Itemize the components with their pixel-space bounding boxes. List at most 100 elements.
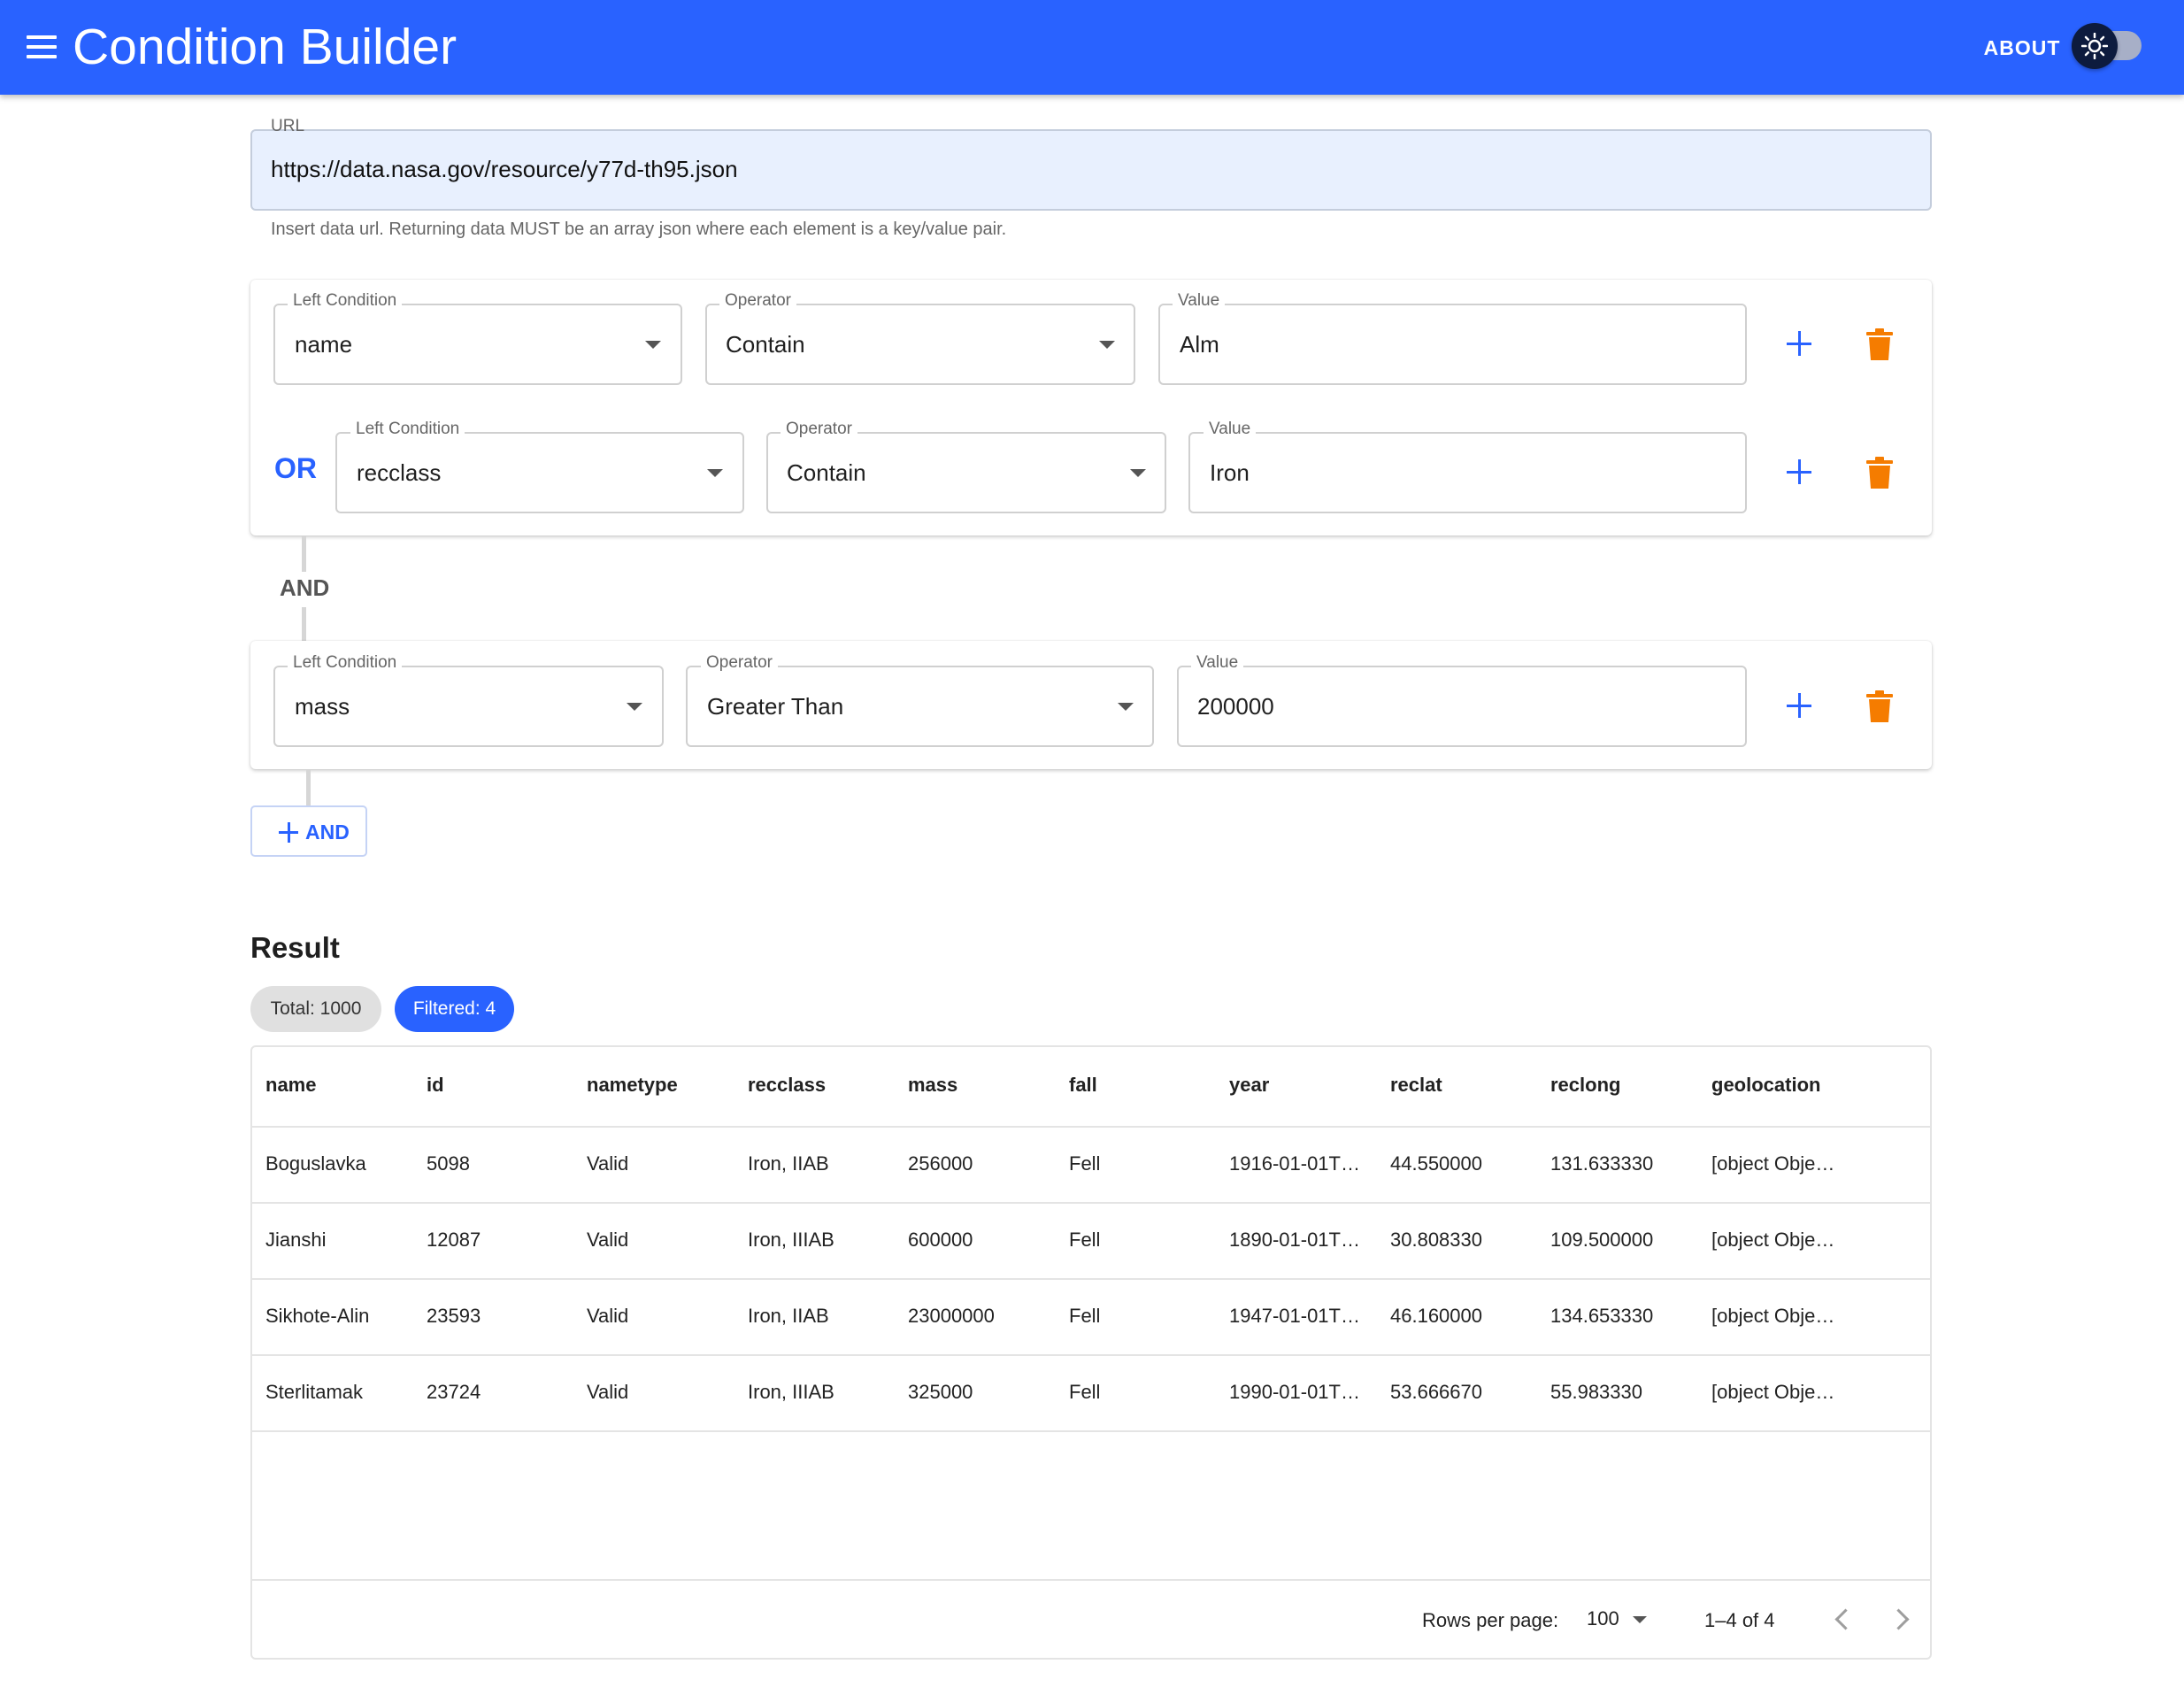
value-label: Value	[1204, 420, 1257, 438]
row-divider	[252, 1354, 1930, 1356]
table-cell: 53.666670	[1390, 1381, 1482, 1403]
operator-label: Operator	[719, 292, 796, 310]
left-condition-value[interactable]: name	[295, 331, 352, 358]
operator-label: Operator	[781, 420, 857, 438]
chevron-down-icon[interactable]	[627, 703, 642, 711]
column-header-reclong[interactable]: reclong	[1550, 1074, 1620, 1097]
table-cell: 12087	[427, 1229, 481, 1251]
operator-value[interactable]: Contain	[787, 459, 866, 487]
chevron-down-icon[interactable]	[645, 341, 661, 349]
table-cell: Iron, IIIAB	[748, 1381, 834, 1403]
table-cell: Iron, IIIAB	[748, 1229, 834, 1251]
add-or-condition-button[interactable]	[1781, 689, 1817, 724]
add-or-condition-button[interactable]	[1781, 455, 1817, 490]
add-and-label: AND	[305, 821, 350, 844]
menu-icon[interactable]	[27, 35, 58, 60]
left-condition-label: Left Condition	[288, 292, 403, 310]
table-cell: Iron, IIAB	[748, 1152, 829, 1175]
table-cell: [object Obje…	[1711, 1305, 1835, 1327]
column-header-mass[interactable]: mass	[908, 1074, 957, 1097]
add-and-button[interactable]: AND	[250, 805, 367, 857]
table-cell: Boguslavka	[265, 1152, 366, 1175]
app-title: Condition Builder	[73, 19, 458, 75]
left-condition-label: Left Condition	[288, 654, 403, 672]
table-cell: Valid	[587, 1152, 629, 1175]
table-cell: 44.550000	[1390, 1152, 1482, 1175]
table-cell: 1916-01-01T…	[1229, 1152, 1360, 1175]
column-header-recclass[interactable]: recclass	[748, 1074, 826, 1097]
chevron-down-icon[interactable]	[1633, 1616, 1647, 1623]
row-divider	[252, 1278, 1930, 1280]
chevron-down-icon[interactable]	[1118, 703, 1134, 711]
add-or-condition-button[interactable]	[1781, 327, 1817, 362]
trash-icon[interactable]	[1866, 690, 1893, 722]
table-cell: 1990-01-01T…	[1229, 1381, 1360, 1403]
table-cell: 23593	[427, 1305, 481, 1327]
row-divider	[252, 1430, 1930, 1432]
table-cell: Sikhote-Alin	[265, 1305, 370, 1327]
operator-value[interactable]: Greater Than	[707, 693, 843, 720]
table-cell: Fell	[1069, 1152, 1101, 1175]
table-cell: 5098	[427, 1152, 470, 1175]
table-cell: 131.633330	[1550, 1152, 1654, 1175]
chevron-down-icon[interactable]	[1099, 341, 1115, 349]
operator-label: Operator	[701, 654, 778, 672]
theme-switch[interactable]	[2072, 23, 2118, 69]
value-label: Value	[1173, 292, 1226, 310]
left-condition-value[interactable]: mass	[295, 693, 350, 720]
value-text[interactable]: Alm	[1180, 331, 1219, 358]
table-cell: 46.160000	[1390, 1305, 1482, 1327]
column-header-nametype[interactable]: nametype	[587, 1074, 678, 1097]
value-text[interactable]: 200000	[1197, 693, 1274, 720]
or-label: OR	[274, 452, 317, 484]
chevron-down-icon[interactable]	[1130, 469, 1146, 477]
filtered-chip: Filtered: 4	[395, 986, 514, 1032]
table-cell: 1947-01-01T…	[1229, 1305, 1360, 1327]
column-header-fall[interactable]: fall	[1069, 1074, 1097, 1097]
trash-icon[interactable]	[1866, 328, 1893, 360]
about-button[interactable]: ABOUT	[1966, 32, 2078, 64]
table-cell: 600000	[908, 1229, 973, 1251]
column-header-geolocation[interactable]: geolocation	[1711, 1074, 1820, 1097]
left-condition-value[interactable]: recclass	[357, 459, 441, 487]
table-cell: 1890-01-01T…	[1229, 1229, 1360, 1251]
column-header-name[interactable]: name	[265, 1074, 316, 1097]
rows-per-page-select[interactable]: 100	[1587, 1607, 1619, 1630]
url-helper-text: Insert data url. Returning data MUST be …	[271, 220, 1007, 239]
trash-icon[interactable]	[1866, 457, 1893, 489]
column-header-id[interactable]: id	[427, 1074, 444, 1097]
table-cell: [object Obje…	[1711, 1381, 1835, 1403]
operator-value[interactable]: Contain	[726, 331, 805, 358]
table-cell: Valid	[587, 1229, 629, 1251]
left-condition-label: Left Condition	[350, 420, 465, 438]
table-cell: Valid	[587, 1381, 629, 1403]
table-cell: Valid	[587, 1305, 629, 1327]
column-header-year[interactable]: year	[1229, 1074, 1269, 1097]
table-cell: Fell	[1069, 1229, 1101, 1251]
table-cell: [object Obje…	[1711, 1152, 1835, 1175]
url-value[interactable]: https://data.nasa.gov/resource/y77d-th95…	[271, 156, 738, 183]
chevron-down-icon[interactable]	[707, 469, 723, 477]
table-cell: 325000	[908, 1381, 973, 1403]
value-input[interactable]	[1158, 304, 1747, 385]
url-label: URL	[271, 117, 305, 135]
result-table	[250, 1045, 1932, 1660]
result-title: Result	[250, 931, 340, 964]
value-text[interactable]: Iron	[1210, 459, 1250, 487]
table-cell: Sterlitamak	[265, 1381, 364, 1403]
table-cell: Iron, IIAB	[748, 1305, 829, 1327]
value-input[interactable]	[1188, 432, 1747, 513]
table-footer-divider	[252, 1579, 1930, 1581]
table-cell: 256000	[908, 1152, 973, 1175]
table-cell: 30.808330	[1390, 1229, 1482, 1251]
and-connector-label: AND	[280, 574, 330, 601]
connector-line	[306, 770, 311, 805]
connector-line	[302, 607, 306, 641]
row-divider	[252, 1202, 1930, 1204]
value-label: Value	[1191, 654, 1244, 672]
total-chip: Total: 1000	[250, 986, 381, 1032]
table-cell: Fell	[1069, 1381, 1101, 1403]
table-cell: 109.500000	[1550, 1229, 1654, 1251]
column-header-reclat[interactable]: reclat	[1390, 1074, 1442, 1097]
table-cell: Fell	[1069, 1305, 1101, 1327]
